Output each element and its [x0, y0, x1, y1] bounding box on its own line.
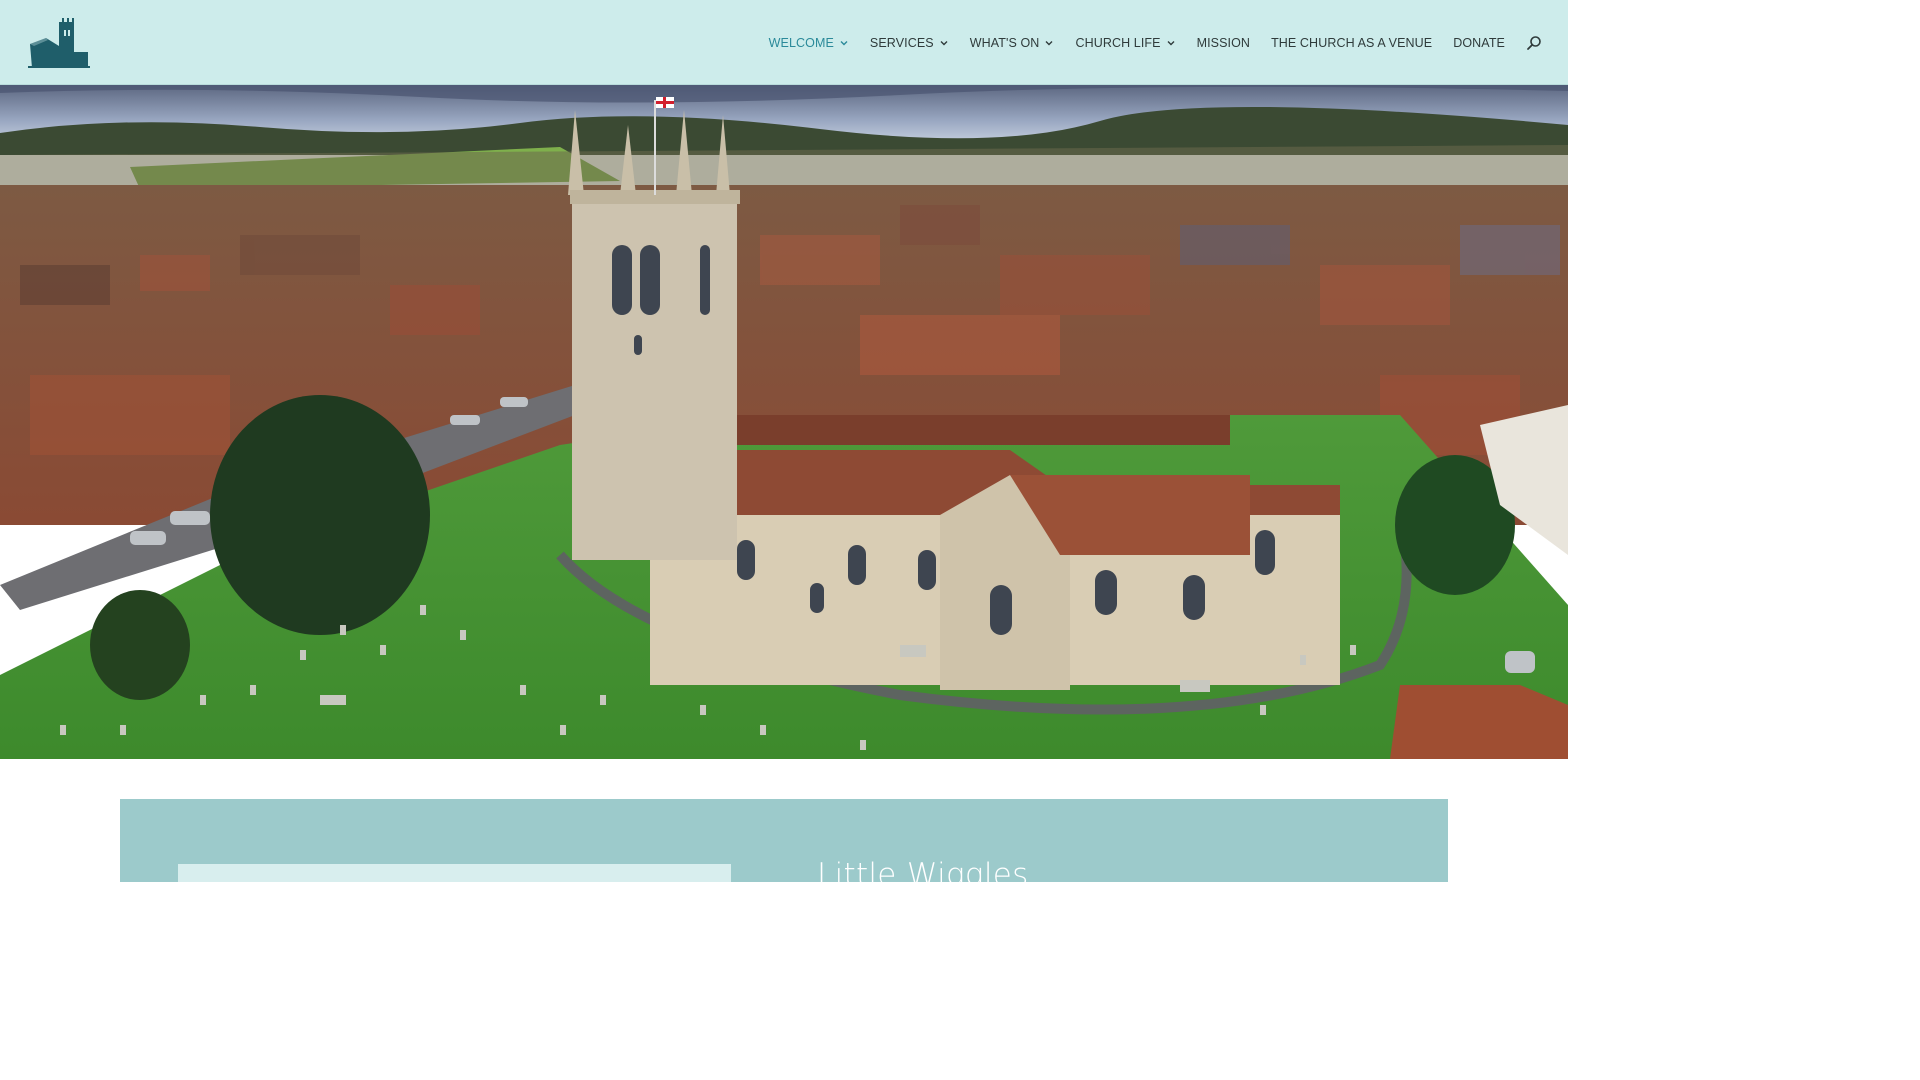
main-nav: WELCOME SERVICES WHAT'S ON CHURCH LIFE M… [769, 0, 1568, 85]
site-header: WELCOME SERVICES WHAT'S ON CHURCH LIFE M… [0, 0, 1568, 85]
nav-item-label: WELCOME [768, 35, 834, 50]
aerial-church-photo [0, 85, 1568, 759]
hero-image [0, 85, 1568, 759]
chevron-down-icon [940, 40, 948, 45]
feature-title: Little Wiggles [817, 857, 1029, 882]
nav-item-donate[interactable]: DONATE [1453, 36, 1505, 50]
church-tower-logo-icon[interactable] [26, 16, 90, 70]
search-icon[interactable] [1526, 35, 1542, 51]
nav-item-label: MISSION [1196, 35, 1251, 50]
nav-item-church-life[interactable]: CHURCH LIFE [1075, 36, 1175, 50]
nav-item-label: SERVICES [869, 35, 934, 50]
chevron-down-icon [840, 40, 848, 45]
nav-item-label: DONATE [1453, 35, 1505, 50]
chevron-down-icon [1167, 40, 1175, 45]
chevron-down-icon [1045, 40, 1053, 45]
nav-item-whats-on[interactable]: WHAT'S ON [970, 36, 1055, 50]
nav-item-welcome[interactable]: WELCOME [769, 36, 849, 50]
feature-section: Little Wiggles [120, 799, 1448, 882]
nav-item-church-as-venue[interactable]: THE CHURCH AS A VENUE [1271, 36, 1432, 50]
nav-item-services[interactable]: SERVICES [870, 36, 949, 50]
nav-item-label: CHURCH LIFE [1075, 35, 1161, 50]
nav-item-label: WHAT'S ON [969, 35, 1040, 50]
nav-item-label: THE CHURCH AS A VENUE [1271, 35, 1433, 50]
feature-card [178, 864, 731, 882]
nav-item-mission[interactable]: MISSION [1197, 36, 1250, 50]
